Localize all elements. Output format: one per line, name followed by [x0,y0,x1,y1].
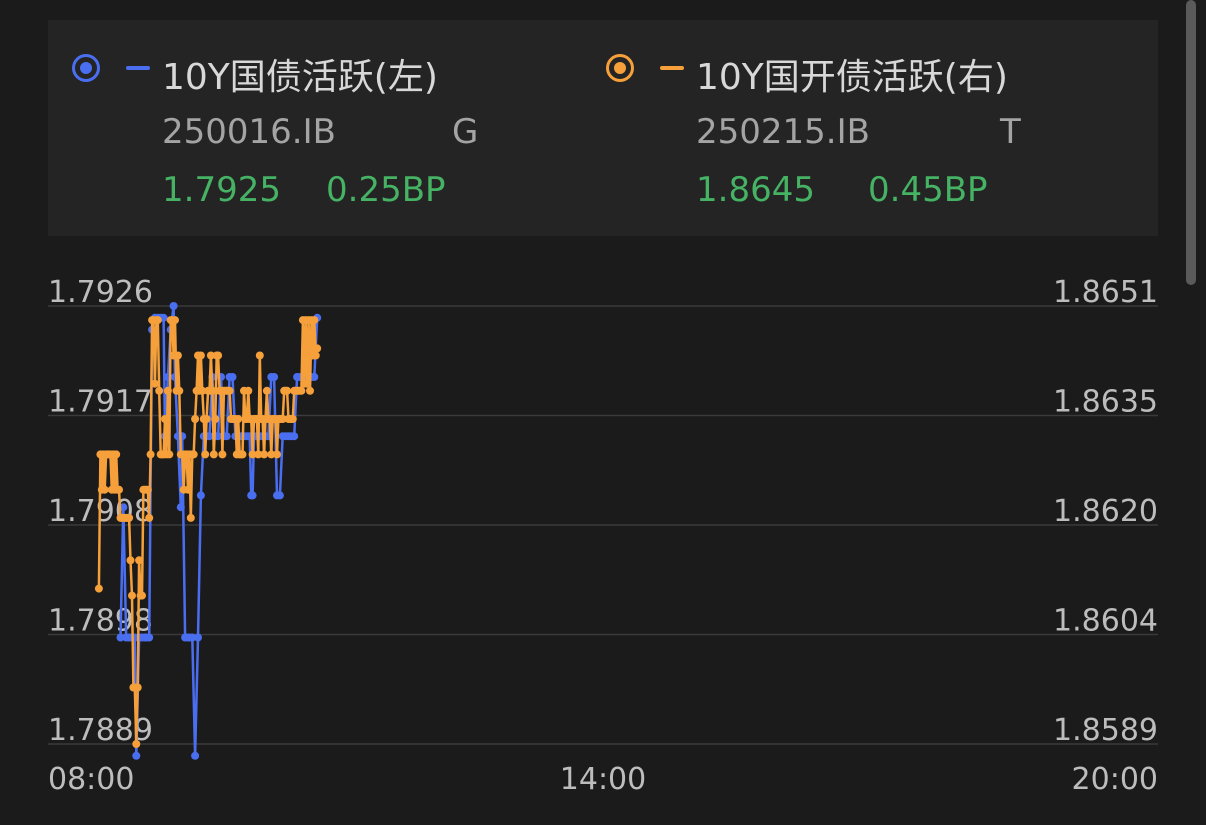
series-point-1 [153,316,162,325]
series-point-1 [133,683,142,692]
x-tick-label: 08:00 [48,762,134,797]
series-point-0 [228,373,237,381]
series-point-0 [176,503,185,512]
series-point-1 [260,450,269,459]
series-point-1 [125,513,134,522]
series-point-1 [175,386,184,395]
series-point-1 [135,556,144,565]
series-point-1 [173,351,182,360]
series-point-1 [126,556,135,565]
series-point-1 [146,450,155,459]
series-point-1 [214,351,223,360]
series-point-1 [165,450,174,459]
y-right-tick-label: 1.8604 [1053,604,1158,639]
y-right-tick-label: 1.8620 [1053,494,1158,529]
series-point-1 [138,591,146,600]
x-tick-label: 14:00 [560,762,646,797]
series-point-1 [128,591,136,600]
series-point-1 [244,386,253,395]
series-point-0 [275,491,284,500]
series-point-1 [218,450,227,459]
series-point-1 [163,386,172,395]
series-point-1 [225,386,234,395]
series-point-1 [191,415,200,423]
series-point-1 [184,485,192,494]
series-point-0 [196,491,205,500]
y-left-tick-label: 1.7917 [48,385,153,420]
series-point-1 [171,316,179,325]
vertical-scrollbar[interactable] [1186,0,1196,285]
y-right-tick-label: 1.8635 [1053,385,1158,420]
series-point-1 [211,415,220,423]
y-right-tick-label: 1.8589 [1053,713,1158,748]
series-point-1 [313,344,322,353]
series-point-0 [290,432,299,441]
series-point-1 [196,351,205,360]
y-left-tick-label: 1.7926 [48,275,153,310]
series-point-1 [94,584,103,593]
series-point-0 [194,633,202,642]
yield-line-chart[interactable]: 1.79261.79171.79081.78981.78891.86511.86… [0,0,1206,825]
series-point-0 [169,302,178,310]
series-point-0 [248,491,257,500]
series-point-1 [132,740,141,748]
series-point-1 [209,450,218,459]
series-point-1 [288,415,297,423]
series-point-1 [161,415,169,423]
series-point-1 [262,386,271,395]
series-point-1 [112,450,121,459]
series-point-1 [234,415,243,423]
series-point-1 [297,386,306,395]
series-point-0 [270,373,279,381]
series-point-1 [273,450,281,459]
series-point-1 [303,379,312,388]
series-point-1 [155,386,164,395]
series-point-1 [202,415,211,423]
series-point-1 [201,450,210,459]
series-point-1 [186,513,195,522]
series-point-1 [238,450,247,459]
series-point-0 [132,751,141,760]
series-point-0 [145,633,154,642]
series-point-1 [115,485,123,494]
series-point-1 [255,351,264,360]
series-point-1 [306,386,314,395]
series-point-1 [189,450,198,459]
series-point-1 [100,485,109,494]
series-point-1 [311,351,320,360]
y-right-tick-label: 1.8651 [1053,275,1158,310]
series-point-1 [150,379,159,388]
series-point-1 [208,386,217,395]
series-point-1 [283,386,292,395]
series-point-1 [143,485,152,494]
x-tick-label: 20:00 [1072,762,1158,797]
series-point-1 [310,316,319,325]
series-point-0 [191,751,200,760]
series-point-1 [145,513,154,522]
